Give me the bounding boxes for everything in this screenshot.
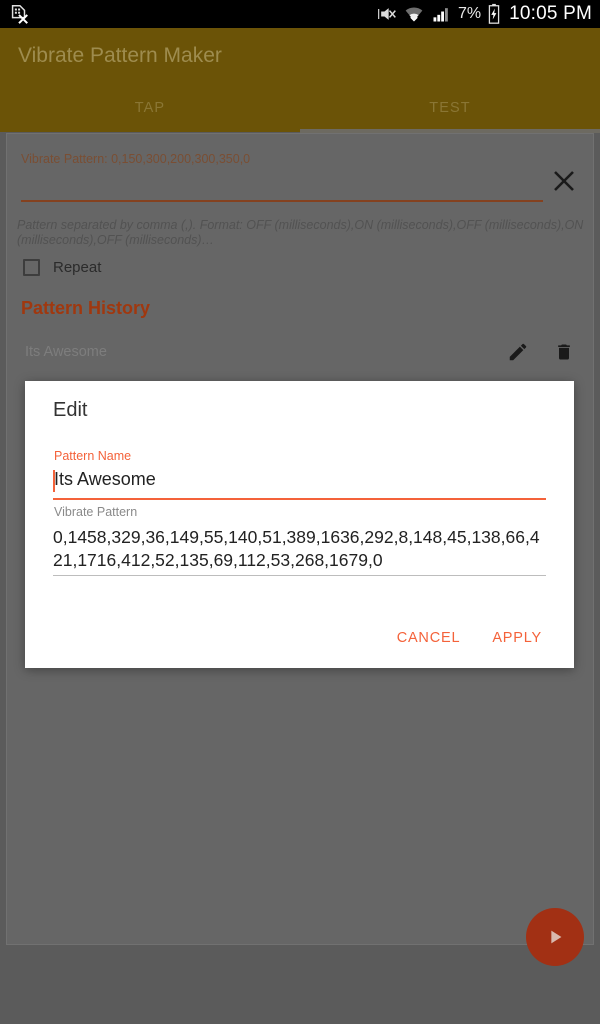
edit-dialog: Edit Pattern Name Its Awesome Vibrate Pa… [25, 381, 574, 668]
signal-icon [430, 4, 452, 24]
status-bar-left [0, 3, 376, 25]
tab-bar: TAP TEST [0, 84, 600, 132]
status-bar-right: 7% 10:05 PM [376, 3, 600, 25]
history-item-name: Its Awesome [25, 344, 107, 360]
clock-label: 10:05 PM [509, 3, 592, 24]
battery-charging-icon [487, 3, 501, 25]
tab-indicator [300, 129, 600, 133]
vibrate-pattern-underline [53, 575, 546, 576]
dialog-title: Edit [53, 399, 88, 421]
tab-test[interactable]: TEST [300, 84, 600, 132]
pattern-history-title: Pattern History [21, 298, 151, 318]
play-fab-button[interactable] [526, 908, 584, 966]
repeat-checkbox[interactable] [23, 259, 40, 276]
vibrate-pattern-input[interactable] [21, 200, 543, 202]
tab-test-label: TEST [429, 100, 471, 116]
pattern-name-underline [53, 498, 546, 500]
dialog-actions: CANCEL APPLY [387, 622, 552, 654]
vibrate-pattern-label: Vibrate Pattern [54, 505, 138, 519]
status-bar: 7% 10:05 PM [0, 0, 600, 28]
battery-percent-label: 7% [457, 5, 482, 22]
vibrate-pattern-dialog-input[interactable]: 0,1458,329,36,149,55,140,51,389,1636,292… [53, 526, 546, 572]
repeat-checkbox-row[interactable]: Repeat [23, 259, 101, 276]
trash-icon[interactable] [547, 335, 581, 369]
vibrate-pattern-input-label: Vibrate Pattern: 0,150,300,200,300,350,0 [21, 152, 251, 166]
pencil-icon[interactable] [501, 335, 535, 369]
pattern-name-input[interactable]: Its Awesome [54, 469, 156, 490]
app-bar: Vibrate Pattern Maker TAP TEST [0, 28, 600, 132]
close-icon[interactable] [549, 166, 579, 196]
cancel-button[interactable]: CANCEL [387, 622, 471, 654]
tab-tap-label: TAP [134, 100, 166, 116]
wifi-icon [404, 4, 424, 24]
table-row[interactable]: Its Awesome [7, 331, 595, 373]
sim-card-missing-icon [8, 3, 30, 25]
pattern-name-label: Pattern Name [54, 449, 132, 463]
mute-icon [376, 4, 398, 24]
tab-tap[interactable]: TAP [0, 84, 300, 132]
page-title: Vibrate Pattern Maker [18, 44, 222, 67]
apply-button[interactable]: APPLY [482, 622, 552, 654]
play-icon [551, 930, 562, 944]
repeat-label: Repeat [53, 259, 102, 276]
pattern-format-hint: Pattern separated by comma (,). Format: … [17, 218, 584, 247]
